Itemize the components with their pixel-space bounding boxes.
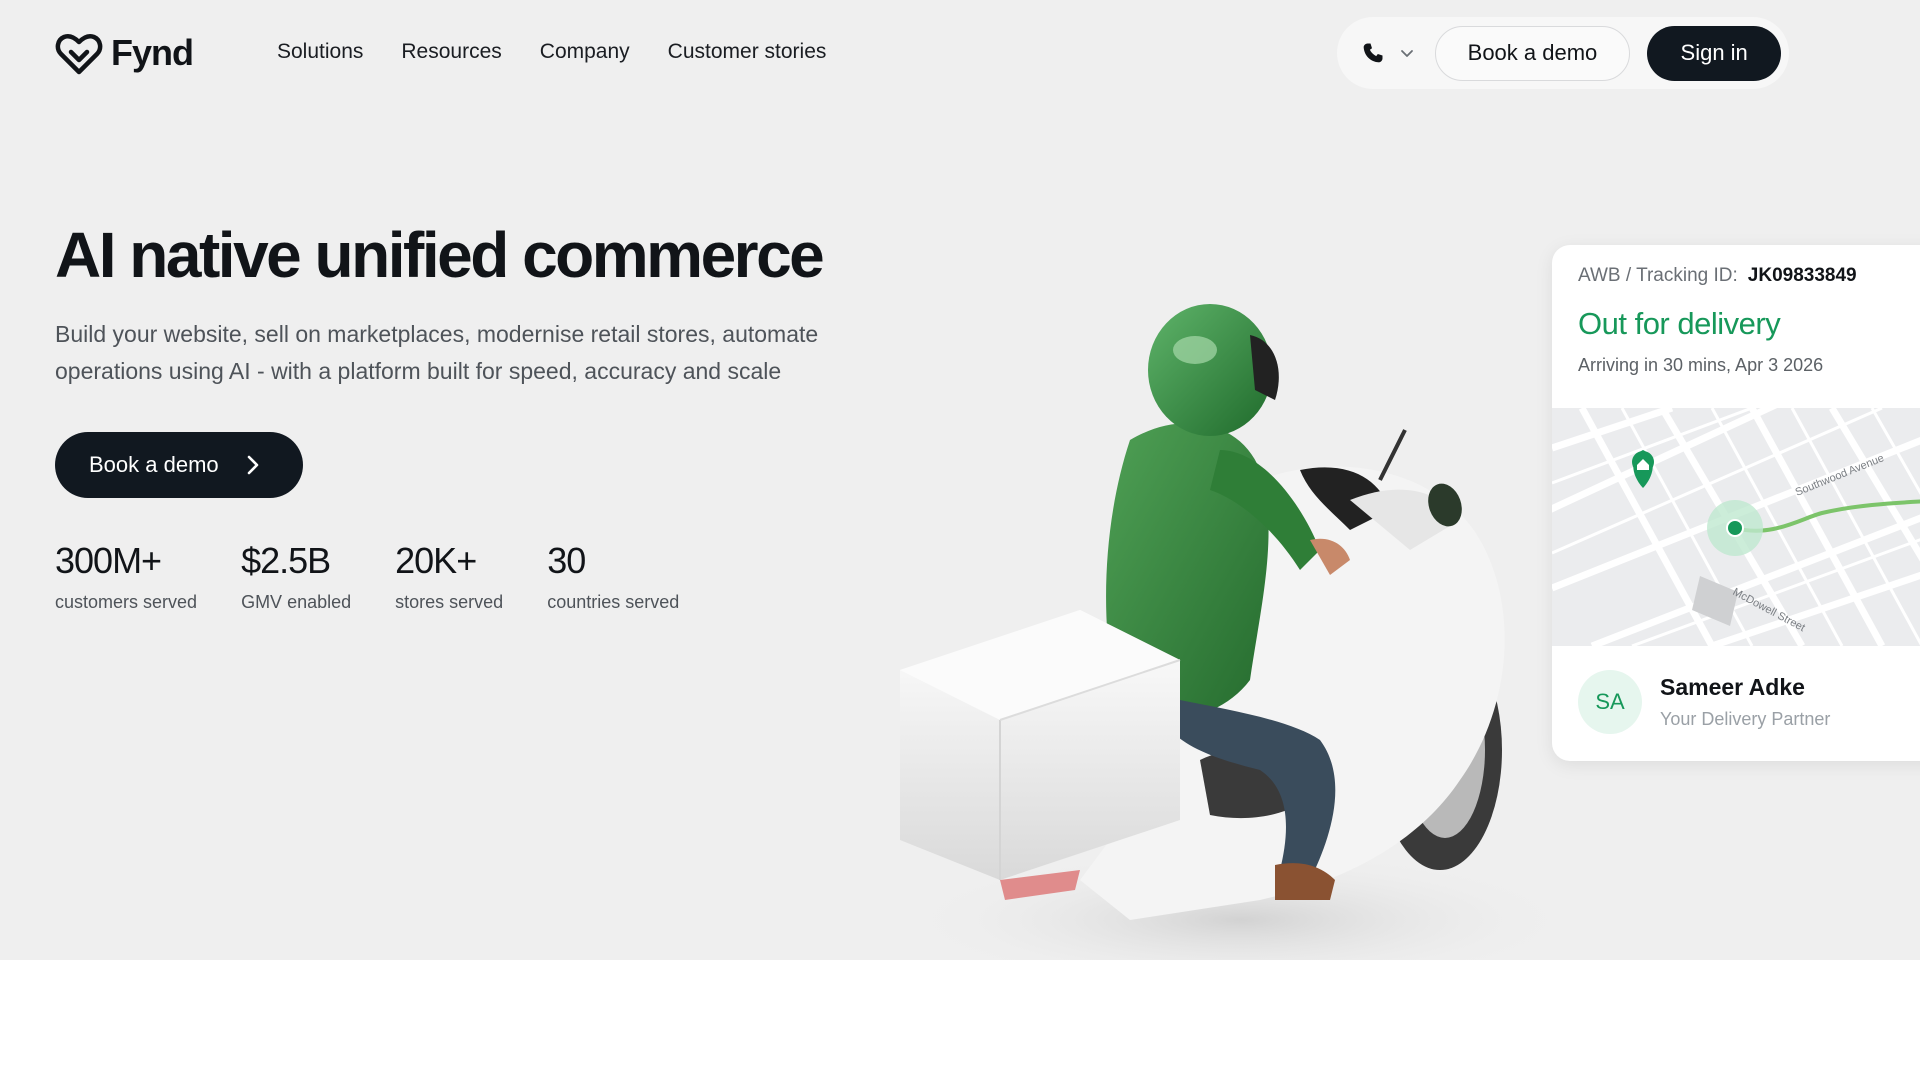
delivery-rider-illustration xyxy=(900,304,1580,960)
nav-link-company[interactable]: Company xyxy=(540,40,630,64)
stat-item: $2.5B GMV enabled xyxy=(241,540,351,613)
brand-name: Fynd xyxy=(111,32,194,73)
brand-logo[interactable]: Fynd xyxy=(55,30,194,76)
stat-label: GMV enabled xyxy=(241,592,352,612)
partner-name: Sameer Adke xyxy=(1660,674,1805,700)
delivery-status: Out for delivery xyxy=(1578,306,1781,341)
cta-label: Book a demo xyxy=(89,452,219,477)
nav-link-solutions[interactable]: Solutions xyxy=(277,40,363,64)
stat-label: customers served xyxy=(55,592,198,612)
stat-item: 300M+ customers served xyxy=(55,540,197,613)
book-demo-cta-button[interactable]: Book a demo xyxy=(55,432,303,498)
fynd-logo-icon xyxy=(55,33,103,75)
chevron-down-icon xyxy=(1401,50,1413,57)
stats-row: 300M+ customers served $2.5B GMV enabled… xyxy=(55,540,679,613)
stat-label: countries served xyxy=(547,592,680,612)
tracking-id-value: JK09833849 xyxy=(1747,265,1857,286)
hero-section: Fynd Solutions Resources Company Custome… xyxy=(0,0,1920,960)
stat-value: 30 xyxy=(547,540,586,581)
nav-link-customer-stories[interactable]: Customer stories xyxy=(668,40,827,64)
delivery-partner: SA Sameer Adke Your Delivery Partner xyxy=(1578,670,1830,734)
stat-value: 20K+ xyxy=(395,540,477,581)
phone-icon xyxy=(1363,43,1383,63)
tracking-card: AWB / Tracking ID: JK09833849 Out for de… xyxy=(1552,245,1920,761)
chevron-right-icon xyxy=(247,455,258,475)
book-demo-nav-button[interactable]: Book a demo xyxy=(1434,25,1631,81)
contact-dropdown[interactable] xyxy=(1345,41,1435,65)
partner-role: Your Delivery Partner xyxy=(1660,709,1831,729)
stat-value: 300M+ xyxy=(55,540,162,581)
hero-subtext: Build your website, sell on marketplaces… xyxy=(55,321,819,384)
stat-label: stores served xyxy=(395,592,504,612)
stat-value: $2.5B xyxy=(241,540,331,581)
nav-link-resources[interactable]: Resources xyxy=(401,40,501,64)
delivery-eta: Arriving in 30 mins, Apr 3 2026 xyxy=(1578,355,1824,375)
hero-headline: AI native unified commerce xyxy=(55,219,825,291)
top-nav: Fynd Solutions Resources Company Custome… xyxy=(0,0,1920,106)
stat-item: 30 countries served xyxy=(547,540,679,613)
tracking-id-label: AWB / Tracking ID: xyxy=(1578,265,1738,286)
nav-actions: Book a demo Sign in xyxy=(1337,17,1789,89)
tracking-id-row: AWB / Tracking ID: JK09833849 xyxy=(1578,265,1857,287)
nav-links: Solutions Resources Company Customer sto… xyxy=(277,40,826,64)
sign-in-button[interactable]: Sign in xyxy=(1647,25,1781,81)
delivery-map: Southwood Avenue McDowell Street xyxy=(1552,408,1920,646)
avatar: SA xyxy=(1578,670,1642,734)
stat-item: 20K+ stores served xyxy=(395,540,503,613)
